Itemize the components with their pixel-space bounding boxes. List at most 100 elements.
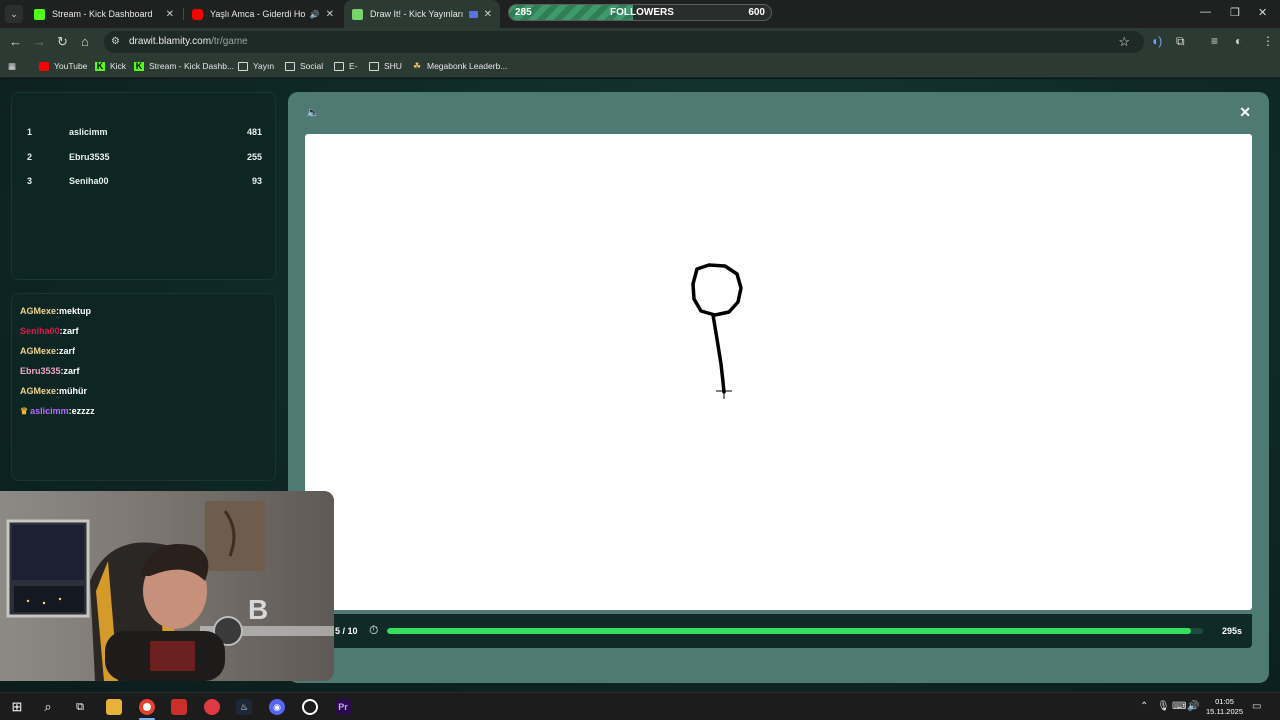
leaderboard-row: 2 Ebru3535 255	[27, 152, 262, 162]
bookmark-megabonk[interactable]: ☘ Megabonk Leaderb...	[412, 61, 507, 71]
windows-start-icon[interactable]: ⊞	[9, 699, 25, 715]
bookmarks-bar: ▦ YouTube K Kick K Stream - Kick Dashb..…	[0, 56, 1280, 78]
followers-goal: 600	[748, 7, 765, 18]
followers-current: 285	[515, 7, 532, 18]
timer-icon: ⏱	[369, 623, 379, 637]
drawn-circle	[691, 263, 743, 317]
chat-text: :mektup	[56, 306, 92, 316]
drawing-strokes	[691, 263, 743, 399]
premiere-pro-icon[interactable]: Pr	[335, 699, 351, 715]
tab-kick-dashboard[interactable]: Stream - Kick Dashboard ✕	[26, 0, 182, 28]
tab-draw-it[interactable]: Draw It! - Kick Yayınları İçin ✕	[344, 0, 500, 28]
address-bar-row: ← → ↻ ⌂ ⚙ drawit.blamity.com/tr/game ☆ ◖…	[0, 28, 1280, 56]
file-explorer-icon[interactable]	[106, 699, 122, 715]
youtube-icon	[192, 8, 203, 20]
obs-icon[interactable]	[302, 699, 318, 715]
url-path: /tr/game	[211, 36, 248, 47]
chat-text: :zarf	[56, 346, 76, 356]
chat-message: AGMexe:mektup	[20, 306, 91, 316]
leaderboard-panel: 1 aslicimm 481 2 Ebru3535 255 3 Seniha00…	[11, 92, 276, 280]
url-bar[interactable]: ⚙ drawit.blamity.com/tr/game ☆	[104, 31, 1144, 53]
discord-icon[interactable]: ◉	[269, 699, 285, 715]
chat-username: AGMexe	[20, 306, 57, 316]
reload-icon[interactable]: ↻	[57, 34, 68, 50]
folder-icon	[334, 61, 344, 71]
chrome-icon[interactable]	[139, 699, 155, 715]
followers-goal-widget: 285 FOLLOWERS 600	[508, 4, 772, 21]
folder-icon	[238, 61, 248, 71]
youtube-icon	[39, 61, 49, 71]
svg-text:B: B	[248, 594, 268, 625]
webcam-image: B	[0, 491, 334, 681]
notifications-icon[interactable]: ▭	[1252, 701, 1261, 712]
round-timer-bar: 5 / 10 ⏱ 295s	[305, 614, 1252, 648]
close-window-icon[interactable]: ✕	[1258, 6, 1267, 19]
bookmark-star-icon[interactable]: ☆	[1118, 34, 1130, 50]
microphone-icon[interactable]: 🎙	[1157, 701, 1170, 712]
close-icon[interactable]: ✕	[326, 9, 334, 20]
leaderboard-row: 3 Seniha00 93	[27, 176, 262, 186]
bookmark-kick-dashboard[interactable]: K Stream - Kick Dashb...	[134, 61, 234, 71]
read-aloud-icon[interactable]: ◖)	[1151, 34, 1162, 48]
kick-icon: K	[134, 60, 144, 71]
voicemeeter-icon[interactable]	[171, 699, 187, 715]
chat-username: aslicimm	[30, 406, 69, 416]
restore-icon[interactable]: ❐	[1230, 6, 1240, 19]
media-controls-icon[interactable]: ≡	[1211, 34, 1218, 48]
chat-panel: AGMexe:mektup Seniha00:zarf AGMexe:zarf …	[11, 293, 276, 481]
home-icon[interactable]: ⌂	[81, 34, 89, 50]
bookmark-youtube[interactable]: YouTube	[39, 61, 87, 71]
minimize-icon[interactable]: —	[1200, 6, 1211, 18]
back-icon[interactable]: ←	[9, 34, 22, 50]
chat-text: :zarf	[59, 326, 79, 336]
bookmark-folder-yayin[interactable]: Yayın	[238, 61, 274, 71]
bookmark-kick[interactable]: K Kick	[95, 61, 126, 71]
folder-icon	[369, 61, 379, 71]
draw-it-icon	[352, 8, 363, 20]
steam-icon[interactable]: ♨	[236, 699, 252, 715]
chat-text: :ezzzz	[68, 406, 95, 416]
url-host: drawit.blamity.com	[129, 36, 212, 47]
crown-icon: ♛	[20, 406, 29, 416]
volume-icon[interactable]: 🔊	[1187, 701, 1199, 712]
round-counter: 5 / 10	[335, 626, 358, 636]
crosshair-cursor-icon	[716, 383, 732, 399]
tray-chevron-icon[interactable]: ⌃	[1140, 701, 1148, 712]
chat-username: AGMexe	[20, 346, 57, 356]
chat-message: Seniha00:zarf	[20, 326, 79, 336]
bookmark-folder-shu[interactable]: SHU	[369, 61, 402, 71]
search-icon[interactable]: ⌕	[40, 699, 56, 715]
time-progress-fill	[387, 628, 1191, 634]
task-view-icon[interactable]: ⧉	[72, 699, 88, 715]
followers-label: FOLLOWERS	[610, 7, 674, 18]
tab-youtube-video[interactable]: Yaşlı Amca - Giderdi Hoşum 🔊 ✕	[184, 0, 342, 28]
forward-icon[interactable]: →	[33, 34, 46, 50]
network-icon[interactable]: ⌨	[1172, 701, 1186, 712]
chat-text: :mühür	[56, 386, 88, 396]
bookmark-folder-e[interactable]: E-	[334, 61, 358, 71]
tab-search-button[interactable]: ⌄	[5, 5, 23, 23]
extensions-icon[interactable]: ⧉	[1176, 34, 1185, 49]
speaker-icon[interactable]: 🔊	[310, 10, 320, 19]
close-icon[interactable]: ✕	[1239, 104, 1251, 121]
system-clock[interactable]: 01:05 15.11.2025	[1206, 697, 1243, 717]
chat-message: AGMexe:zarf	[20, 346, 75, 356]
kick-icon	[34, 8, 45, 20]
chat-username: AGMexe	[20, 386, 57, 396]
close-icon[interactable]: ✕	[484, 9, 492, 20]
site-info-icon[interactable]: ⚙	[111, 36, 120, 47]
chat-message: ♛ aslicimm:ezzzz	[20, 406, 95, 417]
close-icon[interactable]: ✕	[166, 9, 174, 20]
sound-icon[interactable]: 🔈	[306, 106, 320, 119]
profile-icon[interactable]: ◐	[1235, 34, 1242, 48]
browser-tab-bar: ⌄ Stream - Kick Dashboard ✕ Yaşlı Amca -…	[0, 0, 1280, 28]
streamlabs-icon[interactable]	[204, 699, 220, 715]
folder-icon	[285, 61, 295, 71]
megabonk-icon: ☘	[412, 60, 422, 71]
bookmark-folder-social[interactable]: Social	[285, 61, 323, 71]
drawing-canvas[interactable]	[305, 134, 1252, 610]
leaderboard-row: 1 aslicimm 481	[27, 127, 262, 137]
chat-text: :zarf	[60, 366, 80, 376]
apps-grid-icon[interactable]: ▦	[8, 61, 16, 72]
menu-icon[interactable]: ⋮	[1262, 34, 1274, 48]
